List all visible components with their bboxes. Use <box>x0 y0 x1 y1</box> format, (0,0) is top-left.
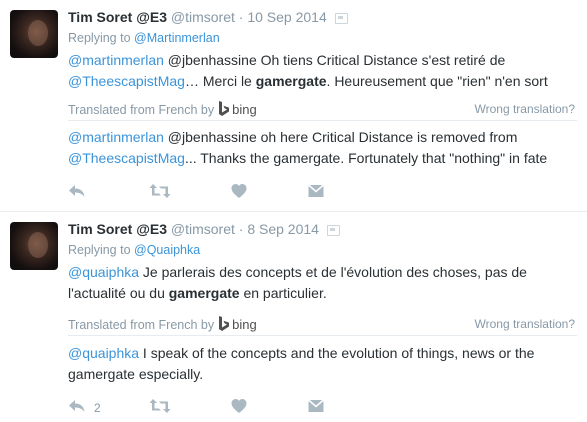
tweet-date[interactable]: 10 Sep 2014 <box>247 9 326 25</box>
mention-link[interactable]: @martinmerlan <box>68 52 164 68</box>
text-segment: l'actualité ou du <box>68 285 169 301</box>
avatar[interactable] <box>10 222 58 270</box>
mention-link[interactable]: @quaiphka <box>68 264 139 280</box>
tweet-text-line: @TheescapistMag… Merci le gamergate. Heu… <box>68 71 577 92</box>
tweet-text-line: l'actualité ou du gamergate en particuli… <box>68 283 577 304</box>
translated-text-line: gamergate especially. <box>68 364 577 385</box>
tweet-text-line: @martinmerlan @jbenhassine Oh tiens Crit… <box>68 50 577 71</box>
like-button[interactable] <box>231 398 247 418</box>
media-icon <box>326 224 340 236</box>
translation-attribution: Translated from French by bing <box>68 316 257 332</box>
replying-to-link[interactable]: @Quaiphka <box>134 243 200 257</box>
text-segment: en particulier. <box>239 285 327 301</box>
translated-from-label: Translated from French by <box>68 318 215 332</box>
tweet-text-line: @quaiphka Je parlerais des concepts et d… <box>68 262 577 283</box>
reply-count: 2 <box>94 401 101 415</box>
reply-button[interactable] <box>68 398 86 418</box>
heart-icon <box>231 399 247 413</box>
retweet-icon <box>149 399 171 413</box>
text-segment: . Heureusement que "rien" n'en sort <box>326 73 548 89</box>
text-segment: ... Thanks the gamergate. Fortunately th… <box>184 150 548 166</box>
avatar[interactable] <box>10 10 58 58</box>
mention-link[interactable]: @TheescapistMag <box>68 73 185 89</box>
bing-label: bing <box>232 102 257 117</box>
mention-link[interactable]: @martinmerlan <box>68 129 164 145</box>
retweet-button[interactable] <box>149 183 171 203</box>
text-segment: I speak of the concepts and the evolutio… <box>139 345 535 361</box>
separator-dot: · <box>238 9 244 25</box>
direct-message-button[interactable] <box>308 398 324 418</box>
tweet-date[interactable]: 8 Sep 2014 <box>247 221 319 237</box>
heart-icon <box>231 184 247 198</box>
translated-from-label: Translated from French by <box>68 103 215 117</box>
translation-attribution: Translated from French by bing <box>68 101 257 117</box>
translation-bar: Translated from French by bing Wrong tran… <box>68 100 577 121</box>
bing-label: bing <box>232 317 257 332</box>
hashtag-highlight: gamergate <box>255 73 327 89</box>
tweet[interactable]: Tim Soret @E3 @timsoret · 8 Sep 2014 Rep… <box>0 212 587 422</box>
tweet-header: Tim Soret @E3 @timsoret · 8 Sep 2014 <box>68 221 577 239</box>
replying-to: Replying to @Martinmerlan <box>68 31 220 45</box>
display-name[interactable]: Tim Soret @E3 <box>68 9 167 25</box>
translated-text: @quaiphka I speak of the concepts and th… <box>68 343 577 385</box>
media-icon <box>334 12 348 24</box>
translated-text-line: @quaiphka I speak of the concepts and th… <box>68 343 577 364</box>
envelope-icon <box>308 399 324 412</box>
bing-logo-icon <box>219 101 230 116</box>
tweet-actions <box>68 183 368 203</box>
display-name[interactable]: Tim Soret @E3 <box>68 221 167 237</box>
replying-to-label: Replying to <box>68 243 135 257</box>
replying-to-link[interactable]: @Martinmerlan <box>134 31 220 45</box>
reply-icon <box>69 400 85 412</box>
reply-button[interactable] <box>68 183 86 203</box>
wrong-translation-link[interactable]: Wrong translation? <box>475 317 576 331</box>
text-segment: gamergate especially. <box>68 366 204 382</box>
separator-dot: · <box>238 221 244 237</box>
text-segment: @jbenhassine oh here Critical Distance i… <box>163 129 518 145</box>
text-segment: … Merci le <box>184 73 256 89</box>
translated-text: @martinmerlan @jbenhassine oh here Criti… <box>68 127 577 169</box>
retweet-button[interactable] <box>149 398 171 418</box>
mention-link[interactable]: @TheescapistMag <box>68 150 185 166</box>
text-segment: @jbenhassine Oh tiens Critical Distance … <box>163 52 506 68</box>
text-segment: Je parlerais des concepts et de l'évolut… <box>139 264 527 280</box>
reply-icon <box>69 185 85 197</box>
tweet-text: @quaiphka Je parlerais des concepts et d… <box>68 262 577 304</box>
bing-logo-icon <box>219 316 230 331</box>
envelope-icon <box>308 184 324 197</box>
retweet-icon <box>149 184 171 198</box>
like-button[interactable] <box>231 183 247 203</box>
direct-message-button[interactable] <box>308 183 324 203</box>
tweet-header: Tim Soret @E3 @timsoret · 10 Sep 2014 <box>68 9 577 27</box>
replying-to: Replying to @Quaiphka <box>68 243 200 257</box>
tweet-text: @martinmerlan @jbenhassine Oh tiens Crit… <box>68 50 577 92</box>
translation-bar: Translated from French by bing Wrong tran… <box>68 315 577 336</box>
translated-text-line: @TheescapistMag... Thanks the gamergate.… <box>68 148 577 169</box>
tweet-actions: 2 <box>68 398 368 418</box>
user-handle[interactable]: @timsoret <box>171 221 235 237</box>
mention-link[interactable]: @quaiphka <box>68 345 139 361</box>
user-handle[interactable]: @timsoret <box>171 9 235 25</box>
replying-to-label: Replying to <box>68 31 135 45</box>
wrong-translation-link[interactable]: Wrong translation? <box>475 102 576 116</box>
translated-text-line: @martinmerlan @jbenhassine oh here Criti… <box>68 127 577 148</box>
hashtag-highlight: gamergate <box>168 285 240 301</box>
tweet[interactable]: Tim Soret @E3 @timsoret · 10 Sep 2014 Re… <box>0 0 587 212</box>
